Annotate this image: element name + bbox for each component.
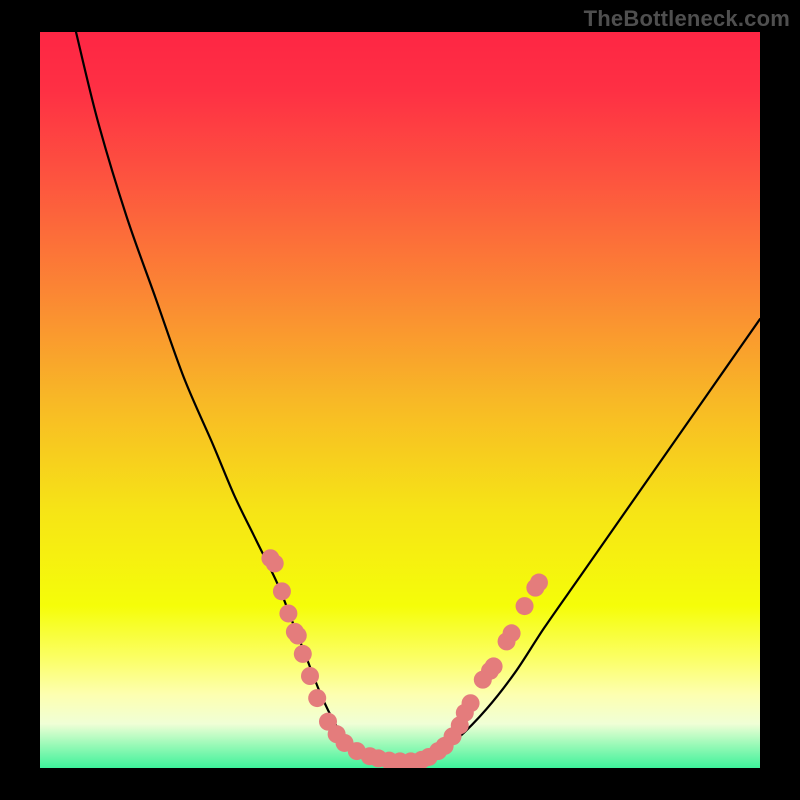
chart-stage: TheBottleneck.com xyxy=(0,0,800,800)
data-marker xyxy=(516,597,534,615)
data-marker xyxy=(530,574,548,592)
watermark-text: TheBottleneck.com xyxy=(584,6,790,32)
data-marker xyxy=(289,627,307,645)
gradient-rect xyxy=(40,32,760,768)
plot-area xyxy=(40,32,760,768)
data-marker xyxy=(503,624,521,642)
data-marker xyxy=(485,657,503,675)
data-marker xyxy=(273,582,291,600)
data-marker xyxy=(294,645,312,663)
data-marker xyxy=(308,689,326,707)
data-marker xyxy=(266,554,284,572)
chart-svg xyxy=(40,32,760,768)
data-marker xyxy=(462,694,480,712)
data-marker xyxy=(279,604,297,622)
data-marker xyxy=(301,667,319,685)
